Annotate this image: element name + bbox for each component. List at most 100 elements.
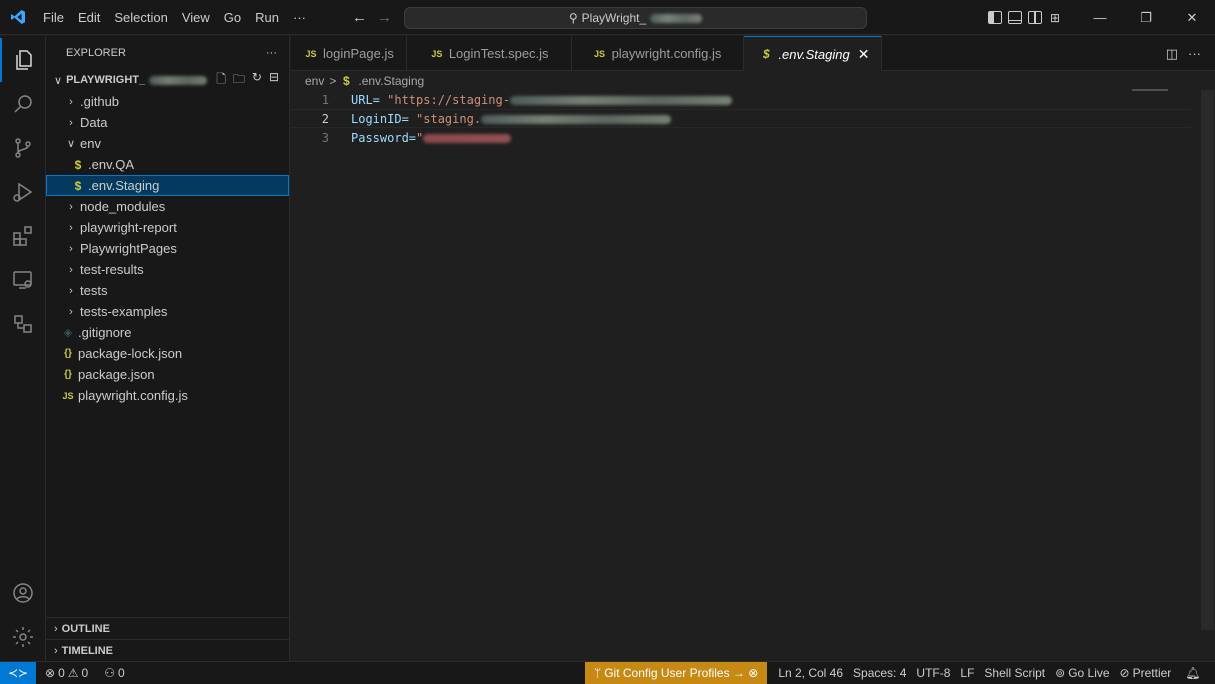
redacted-blur [509,95,732,105]
tab-label: LoginTest.spec.js [448,46,549,61]
redacted-blur [149,75,208,85]
tree-item-label: test-results [80,262,144,277]
language-mode[interactable]: Shell Script [979,666,1050,680]
minimap[interactable] [1128,71,1202,661]
tree-item-tests-examples[interactable]: › tests-examples [46,301,289,322]
search-icon[interactable] [0,82,46,126]
redacted-blur [481,114,672,124]
tree-item-label: tests [80,283,108,298]
ports-indicator[interactable]: ⚇ 0 [99,666,129,680]
vscode-logo-icon [0,0,36,35]
settings-gear-icon[interactable] [0,615,46,659]
back-arrow-icon[interactable]: ← [352,9,367,26]
chevron-right-icon: › [69,221,73,234]
remote-indicator-icon[interactable]: ≺≻ [0,662,36,684]
indentation[interactable]: Spaces: 4 [848,666,911,680]
breadcrumb-file[interactable]: .env.Staging [358,74,424,88]
menu-more[interactable]: ··· [286,0,313,35]
tree-item-env-staging[interactable]: $ .env.Staging [46,175,289,196]
project-folder-header[interactable]: ∨ PLAYWRIGHT_ 🗋 🗀 ↻ ⊟ [46,69,289,91]
end-of-line[interactable]: LF [955,666,979,680]
cursor-position[interactable]: Ln 2, Col 46 [773,666,848,680]
prettier[interactable]: ⊘ Prettier [1115,666,1177,680]
js-file-icon: JS [305,48,317,59]
toggle-secondary-sidebar-icon[interactable] [1028,11,1042,24]
explorer-more-icon[interactable]: ··· [266,47,277,59]
tree-item-env[interactable]: ∨ env [46,133,289,154]
git-config-profile[interactable]: ᛘ Git Config User Profiles → ⊗ [585,662,768,684]
collapse-all-icon[interactable]: ⊟ [269,70,279,91]
toggle-primary-sidebar-icon[interactable] [988,11,1002,24]
outline-section-header[interactable]: › OUTLINE [46,617,290,639]
code-text: URL= "https://staging- [351,93,732,107]
minimize-icon[interactable]: — [1077,0,1123,35]
problems-indicator[interactable]: ⊗ 0 ⚠ 0 [40,666,93,680]
go-live[interactable]: ⊚ Go Live [1050,666,1114,680]
tree-item-package-lock[interactable]: {} package-lock.json [46,343,289,364]
tree-item-playwright-report[interactable]: › playwright-report [46,217,289,238]
accounts-icon[interactable] [0,571,46,615]
tree-item-playwright-config[interactable]: JS playwright.config.js [46,385,289,406]
explorer-icon[interactable] [0,38,46,82]
menu-go[interactable]: Go [217,0,248,35]
code-editor[interactable]: 1 URL= "https://staging- 2 LoginID= "sta… [291,90,1191,147]
tree-item-github[interactable]: › .github [46,91,289,112]
tree-item-node-modules[interactable]: › node_modules [46,196,289,217]
env-file-icon: $ [763,47,770,61]
editor-actions: ◫ ··· [1166,36,1201,71]
split-editor-icon[interactable]: ◫ [1166,46,1178,62]
menu-file[interactable]: File [36,0,71,35]
tab-env-staging[interactable]: $ .env.Staging ✕ [744,36,883,71]
toggle-panel-icon[interactable] [1008,11,1022,24]
forward-arrow-icon[interactable]: → [377,9,392,26]
tree-item-package-json[interactable]: {} package.json [46,364,289,385]
run-debug-icon[interactable] [0,170,46,214]
tree-item-data[interactable]: › Data [46,112,289,133]
remote-explorer-icon[interactable] [0,258,46,302]
status-bar: ≺≻ ⊗ 0 ⚠ 0 ⚇ 0 ᛘ Git Config User Profiles → … [0,661,1215,684]
tree-item-label: .gitignore [78,325,132,340]
chevron-right-icon: › [69,263,73,276]
notifications-bell-icon[interactable]: 🔔︎ [1180,666,1205,680]
chevron-right-icon: › [69,200,73,213]
tab-logintest-spec[interactable]: JS LoginTest.spec.js [407,36,572,71]
timeline-section-header[interactable]: › TIMELINE [46,639,290,661]
tree-item-test-results[interactable]: › test-results [46,259,289,280]
tree-item-env-qa[interactable]: $ .env.QA [46,154,289,175]
tree-item-label: playwright-report [80,220,177,235]
new-file-icon[interactable]: 🗋 [216,70,226,91]
menu-selection[interactable]: Selection [107,0,174,35]
editor-scrollbar[interactable] [1201,90,1214,630]
tree-item-label: .github [80,94,120,109]
customize-layout-icon[interactable]: ⊞ [1050,11,1060,25]
encoding[interactable]: UTF-8 [911,666,955,680]
explorer-header: EXPLORER ··· [46,36,289,69]
tree-item-playwrightpages[interactable]: › PlaywrightPages [46,238,289,259]
testing-icon[interactable] [0,302,46,346]
close-tab-icon[interactable]: ✕ [858,46,870,63]
git-branch-icon: ᛘ [594,666,602,680]
tree-item-tests[interactable]: › tests [46,280,289,301]
tree-item-gitignore[interactable]: ◈ .gitignore [46,322,289,343]
new-folder-icon[interactable]: 🗀 [233,70,245,91]
activity-bar [0,36,46,661]
error-count: 0 [58,666,65,680]
source-control-icon[interactable] [0,126,46,170]
command-center-search[interactable]: ⚲ PlayWright_ [404,7,867,29]
warning-count: 0 [81,666,89,680]
refresh-icon[interactable]: ↻ [252,70,262,91]
tab-playwright-config[interactable]: JS playwright.config.js [572,36,745,71]
json-file-icon: {} [64,348,72,359]
git-profile-label: Git Config User Profiles → ⊗ [604,666,759,680]
tree-item-label: env [80,136,101,151]
restore-icon[interactable]: ❐ [1123,0,1169,35]
tab-loginpage[interactable]: JS loginPage.js [291,36,407,71]
extensions-icon[interactable] [0,214,46,258]
menu-view[interactable]: View [175,0,217,35]
menu-run[interactable]: Run [248,0,286,35]
editor-more-icon[interactable]: ··· [1188,46,1201,61]
env-file-icon: $ [343,74,350,88]
breadcrumb-folder[interactable]: env [305,74,324,88]
menu-edit[interactable]: Edit [71,0,107,35]
close-window-icon[interactable]: ✕ [1169,0,1215,35]
